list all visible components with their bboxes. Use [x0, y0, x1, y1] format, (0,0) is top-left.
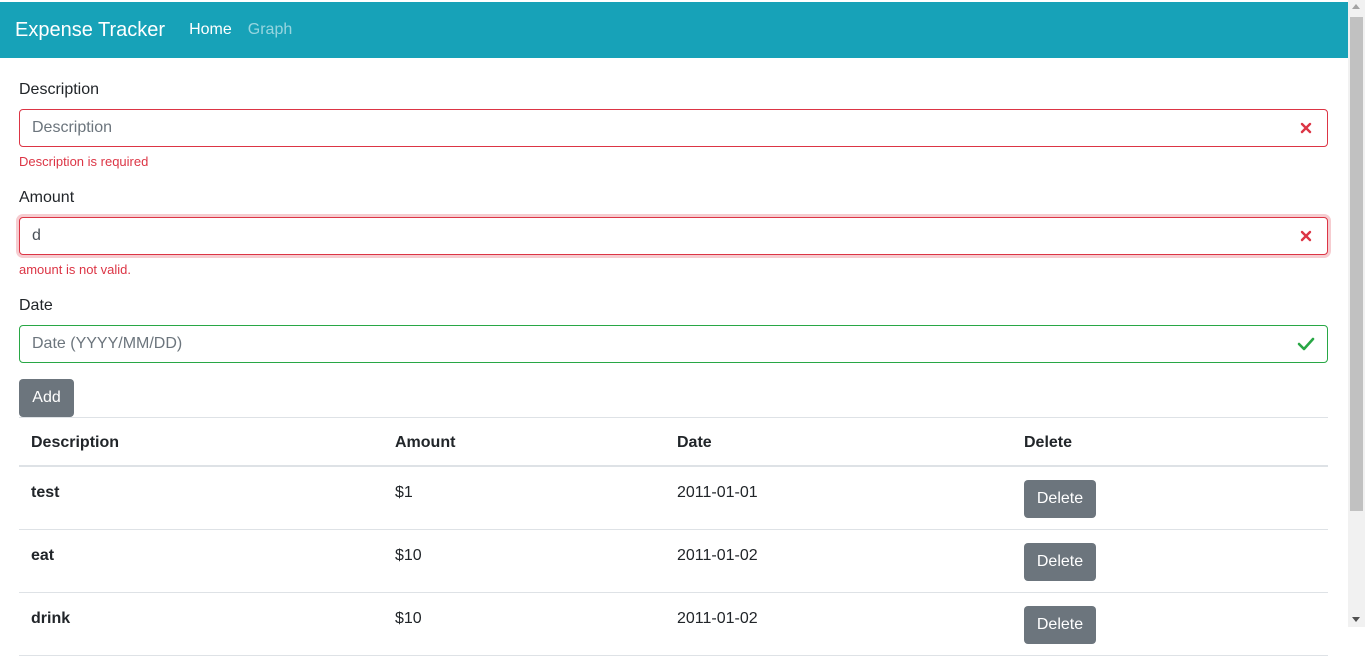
brand-title[interactable]: Expense Tracker: [15, 19, 165, 42]
amount-label: Amount: [19, 189, 75, 206]
header-amount: Amount: [395, 434, 456, 451]
amount-value: d: [32, 227, 41, 244]
description-input[interactable]: Description: [19, 109, 1328, 147]
row-amount: $10: [395, 547, 422, 564]
table-row: eat $10 2011-01-02 Delete: [19, 530, 1328, 593]
row-date: 2011-01-02: [677, 547, 758, 564]
check-icon: [1297, 337, 1315, 351]
table-row: drink $10 2011-01-02 Delete: [19, 593, 1328, 656]
nav-link-home[interactable]: Home: [189, 21, 232, 39]
vertical-scrollbar[interactable]: [1348, 0, 1365, 627]
date-label: Date: [19, 297, 53, 314]
table-header-row: Description Amount Date Delete: [19, 417, 1328, 467]
times-icon: [1300, 230, 1312, 242]
row-amount: $1: [395, 484, 413, 501]
description-placeholder: Description: [32, 119, 113, 136]
description-error: Description is required: [19, 154, 149, 169]
scrollbar-thumb[interactable]: [1350, 17, 1363, 511]
date-placeholder: Date (YYYY/MM/DD): [32, 335, 183, 352]
expense-table: Description Amount Date Delete test $1 2…: [19, 417, 1328, 656]
delete-button[interactable]: Delete: [1024, 543, 1096, 581]
row-description: eat: [31, 547, 55, 564]
nav-link-graph[interactable]: Graph: [248, 21, 292, 39]
delete-button[interactable]: Delete: [1024, 480, 1096, 518]
add-button[interactable]: Add: [19, 379, 74, 417]
date-input[interactable]: Date (YYYY/MM/DD): [19, 325, 1328, 363]
table-row: test $1 2011-01-01 Delete: [19, 467, 1328, 530]
header-description: Description: [31, 434, 120, 451]
description-label: Description: [19, 81, 100, 98]
navbar: Expense Tracker Home Graph: [0, 2, 1348, 58]
scroll-down-arrow-icon[interactable]: [1352, 617, 1360, 622]
delete-button[interactable]: Delete: [1024, 606, 1096, 644]
header-date: Date: [677, 434, 712, 451]
row-date: 2011-01-01: [677, 484, 758, 501]
times-icon: [1300, 122, 1312, 134]
header-delete: Delete: [1024, 434, 1073, 451]
row-description: test: [31, 484, 60, 501]
row-description: drink: [31, 610, 71, 627]
row-date: 2011-01-02: [677, 610, 758, 627]
scroll-up-arrow-icon[interactable]: [1352, 4, 1360, 9]
amount-input[interactable]: d: [19, 217, 1328, 255]
amount-error: amount is not valid.: [19, 262, 132, 277]
row-amount: $10: [395, 610, 422, 627]
